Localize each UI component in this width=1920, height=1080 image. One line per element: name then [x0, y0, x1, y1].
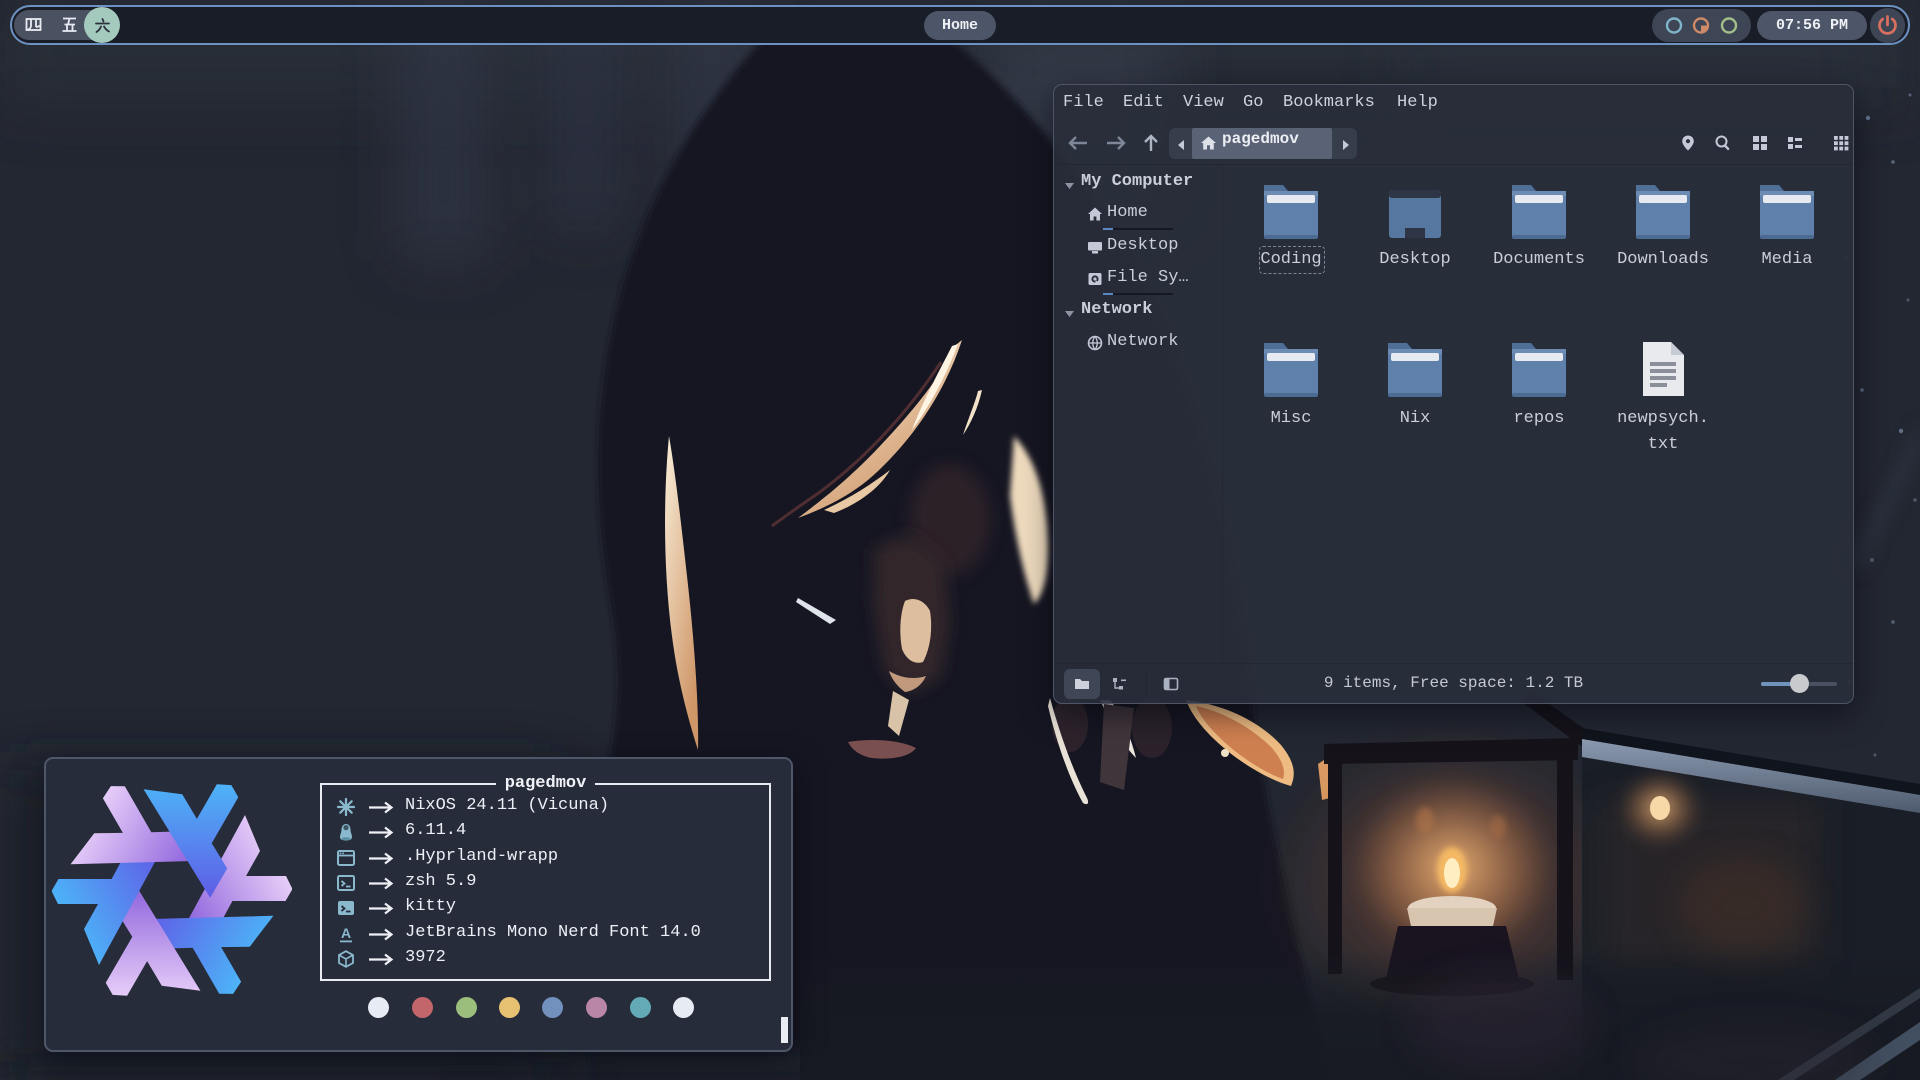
svg-text:A: A: [341, 925, 351, 941]
